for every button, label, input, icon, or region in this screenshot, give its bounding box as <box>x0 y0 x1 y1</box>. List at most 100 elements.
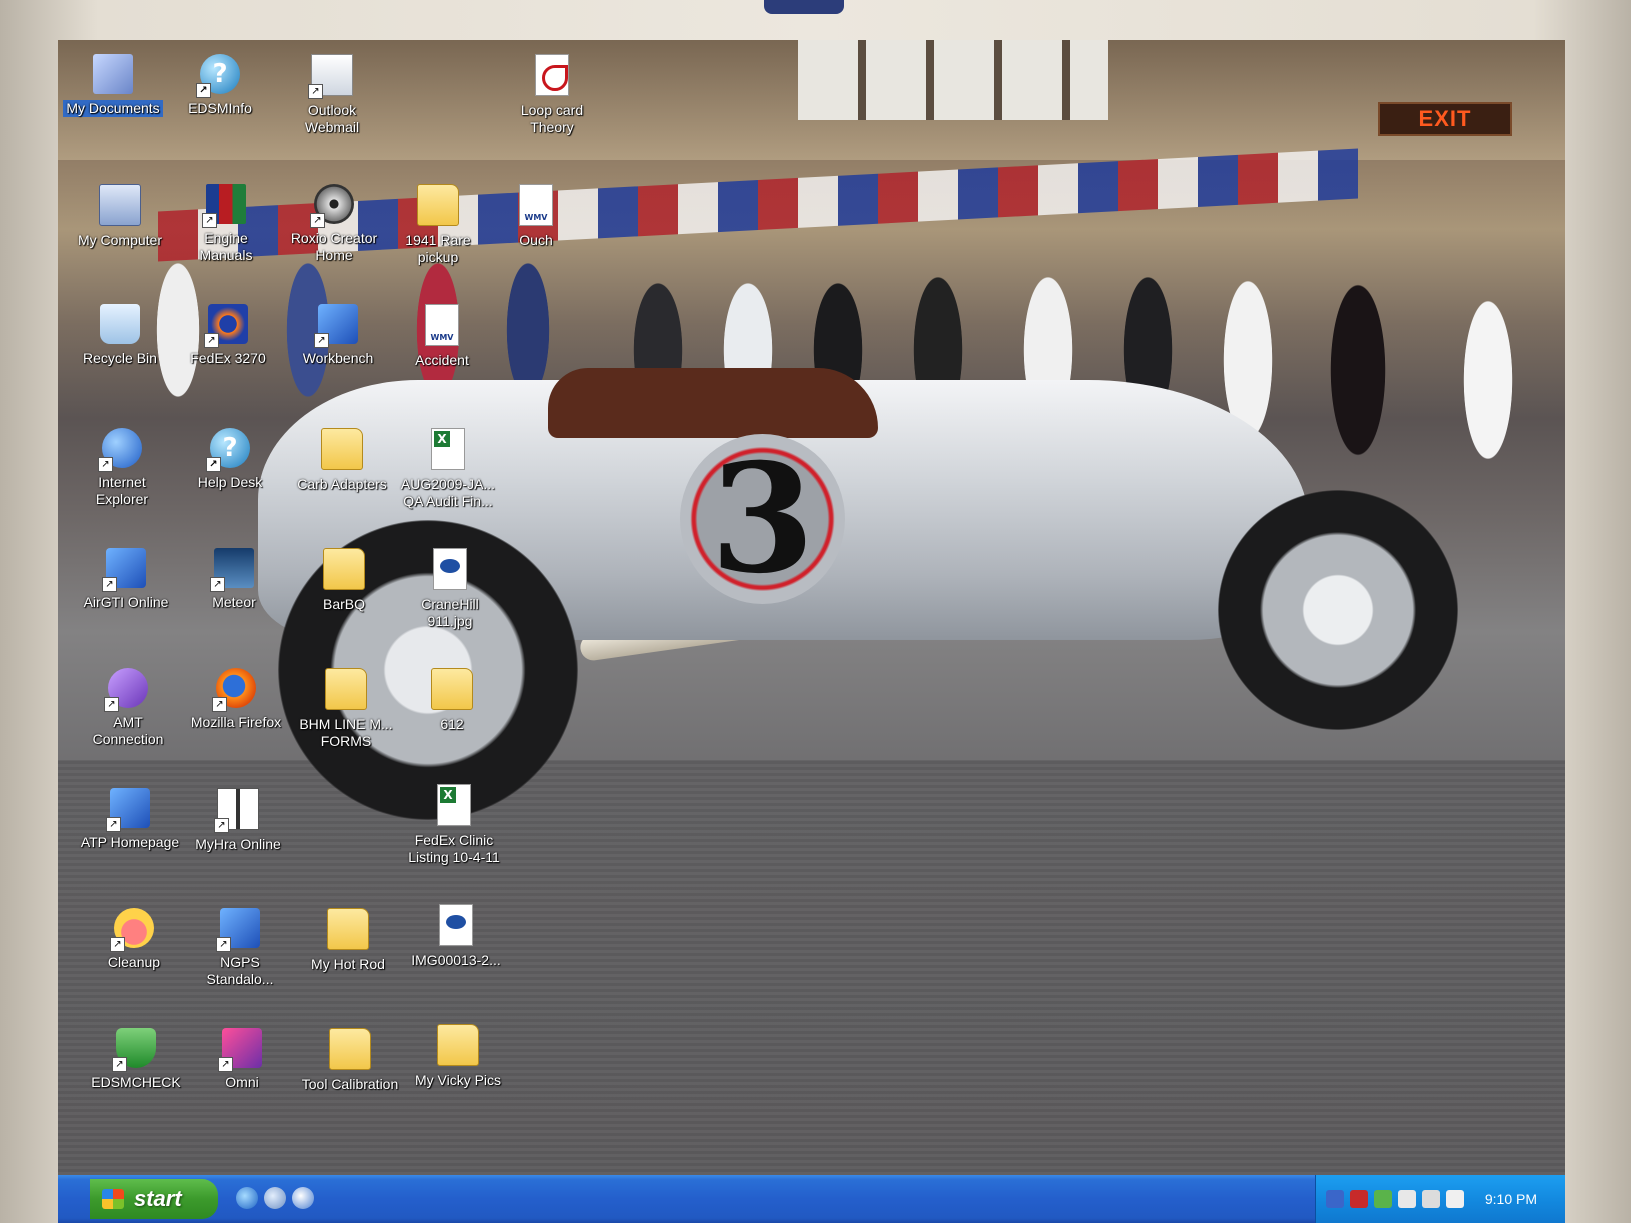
desktop-icon-label: Workbench <box>302 350 374 366</box>
myhra-online-icon <box>214 788 259 833</box>
desktop-icon-label: Outlook Webmail <box>304 102 360 135</box>
atp-homepage-icon <box>106 788 150 832</box>
desktop-icon-engine-manuals[interactable]: Engine Manuals <box>176 184 276 264</box>
folder-icon <box>437 1024 479 1066</box>
amt-connection-icon <box>104 668 148 712</box>
pdf-file-icon <box>535 54 569 96</box>
desktop-icon-label: Meteor <box>212 594 256 610</box>
volume-icon[interactable] <box>1446 1190 1464 1208</box>
desktop-icon-label: Ouch <box>519 232 553 248</box>
desktop-icon-label: BHM LINE M... FORMS <box>299 716 393 749</box>
desktop-icon-meteor[interactable]: Meteor <box>184 548 284 611</box>
folder-icon <box>325 668 367 710</box>
internet-explorer-icon <box>98 428 142 472</box>
desktop-icon-label: FedEx 3270 <box>190 350 266 366</box>
desktop-icon-fedex-clinic-listing[interactable]: FedEx Clinic Listing 10-4-11 <box>404 784 504 866</box>
desktop-icon-omni[interactable]: Omni <box>192 1028 292 1091</box>
desktop-icon-atp-homepage[interactable]: ATP Homepage <box>80 788 180 851</box>
desktop-icon-label: ATP Homepage <box>80 834 180 850</box>
desktop-icon-fedex-3270[interactable]: FedEx 3270 <box>178 304 278 367</box>
desktop-icon-label: CraneHill 911.jpg <box>421 596 479 629</box>
desktop-icon-label: Loop card Theory <box>520 102 584 135</box>
desktop-icon-accident[interactable]: Accident <box>392 304 492 369</box>
quick-launch-media-player-icon[interactable] <box>292 1187 314 1209</box>
ngps-icon <box>216 908 260 952</box>
start-button[interactable]: start <box>90 1179 218 1219</box>
my-documents-icon <box>93 54 133 94</box>
excel-file-icon <box>431 428 465 470</box>
desktop-icon-label: MyHra Online <box>195 836 281 852</box>
folder-icon <box>329 1028 371 1070</box>
network-icon[interactable] <box>1326 1190 1344 1208</box>
monitor-bezel: EXIT 3 My Documents My Computer Recycle … <box>0 0 1631 1223</box>
desktop-icon-612[interactable]: 612 <box>402 668 502 733</box>
desktop-icon-cleanup[interactable]: Cleanup <box>84 908 184 971</box>
desktop-icon-outlook-webmail[interactable]: Outlook Webmail <box>282 54 382 136</box>
desktop-icon-label: Accident <box>415 352 469 368</box>
tray-app-icon-2[interactable] <box>1422 1190 1440 1208</box>
help-desk-icon: ? <box>206 428 250 472</box>
folder-icon <box>321 428 363 470</box>
engine-manuals-icon <box>202 184 246 228</box>
security-icon[interactable] <box>1374 1190 1392 1208</box>
antivirus-shield-icon[interactable] <box>1350 1190 1368 1208</box>
desktop-icon-amt-connection[interactable]: AMT Connection <box>78 668 178 748</box>
clock[interactable]: 9:10 PM <box>1485 1175 1537 1223</box>
folder-icon <box>327 908 369 950</box>
desktop-icon-bhm-line-forms[interactable]: BHM LINE M... FORMS <box>296 668 396 750</box>
desktop-icon-my-computer[interactable]: My Computer <box>70 184 170 249</box>
desktop-icon-ngps-standalone[interactable]: NGPS Standalo... <box>190 908 290 988</box>
hp-logo <box>764 0 844 14</box>
recycle-bin-icon <box>100 304 140 344</box>
desktop-icon-internet-explorer[interactable]: Internet Explorer <box>72 428 172 508</box>
desktop-icon-label: IMG00013-2... <box>411 952 501 968</box>
desktop-icon-img00013[interactable]: IMG00013-2... <box>406 904 506 969</box>
desktop-icon-my-documents[interactable]: My Documents <box>63 54 163 118</box>
video-file-icon <box>519 184 553 226</box>
desktop-icon-aug2009-qa-audit[interactable]: AUG2009-JA... QA Audit Fin... <box>398 428 498 510</box>
wallpaper-rear-wheel <box>1218 490 1458 730</box>
desktop-icon-edsmcheck[interactable]: EDSMCHECK <box>86 1028 186 1091</box>
desktop-icon-label: My Computer <box>77 232 163 248</box>
desktop-icon-roxio-creator-home[interactable]: Roxio Creator Home <box>284 184 384 264</box>
omni-icon <box>218 1028 262 1072</box>
quick-launch-show-desktop-icon[interactable] <box>264 1187 286 1209</box>
workbench-icon <box>314 304 358 348</box>
desktop-icon-label: NGPS Standalo... <box>206 954 274 987</box>
desktop-icon-edsminfo[interactable]: ? EDSMInfo <box>170 54 270 117</box>
desktop-icon-myhra-online[interactable]: MyHra Online <box>188 788 288 853</box>
desktop-icon-label: Roxio Creator Home <box>290 230 378 263</box>
tray-app-icon[interactable] <box>1398 1190 1416 1208</box>
desktop-screen[interactable]: EXIT 3 My Documents My Computer Recycle … <box>58 40 1565 1223</box>
desktop-icon-my-vicky-pics[interactable]: My Vicky Pics <box>408 1024 508 1089</box>
desktop-icon-ouch[interactable]: Ouch <box>486 184 586 249</box>
desktop-icon-1941-rare-pickup[interactable]: 1941 Rare pickup <box>388 184 488 266</box>
desktop-icon-mozilla-firefox[interactable]: Mozilla Firefox <box>186 668 286 731</box>
desktop-icon-carb-adapters[interactable]: Carb Adapters <box>292 428 392 493</box>
desktop-icon-workbench[interactable]: Workbench <box>288 304 388 367</box>
desktop-icon-label: Tool Calibration <box>301 1076 399 1092</box>
wallpaper-exit-sign: EXIT <box>1378 102 1512 136</box>
image-file-icon <box>439 904 473 946</box>
cleanup-icon <box>110 908 154 952</box>
desktop-icon-tool-calibration[interactable]: Tool Calibration <box>300 1028 400 1093</box>
desktop-icon-help-desk[interactable]: ? Help Desk <box>180 428 280 491</box>
desktop-icon-cranehill-911[interactable]: CraneHill 911.jpg <box>400 548 500 630</box>
desktop-icon-label: Engine Manuals <box>199 230 253 263</box>
desktop-icon-label: BarBQ <box>322 596 365 612</box>
desktop-icon-airgti-online[interactable]: AirGTI Online <box>76 548 176 611</box>
quick-launch-ie-icon[interactable] <box>236 1187 258 1209</box>
desktop-icon-label: AMT Connection <box>92 714 164 747</box>
wallpaper-car-number: 3 <box>680 434 845 604</box>
desktop-icon-barbq[interactable]: BarBQ <box>294 548 394 613</box>
desktop-icon-recycle-bin[interactable]: Recycle Bin <box>70 304 170 367</box>
system-tray: 9:10 PM <box>1315 1175 1565 1223</box>
desktop-icon-my-hot-rod[interactable]: My Hot Rod <box>298 908 398 973</box>
desktop-icon-loop-card-theory[interactable]: Loop card Theory <box>502 54 602 136</box>
desktop-icon-label: My Hot Rod <box>311 956 385 972</box>
desktop-icon-label: 612 <box>440 716 464 732</box>
video-file-icon <box>425 304 459 346</box>
my-computer-icon <box>99 184 141 226</box>
fedex-3270-icon <box>204 304 248 348</box>
desktop-icon-label: Carb Adapters <box>297 476 387 492</box>
